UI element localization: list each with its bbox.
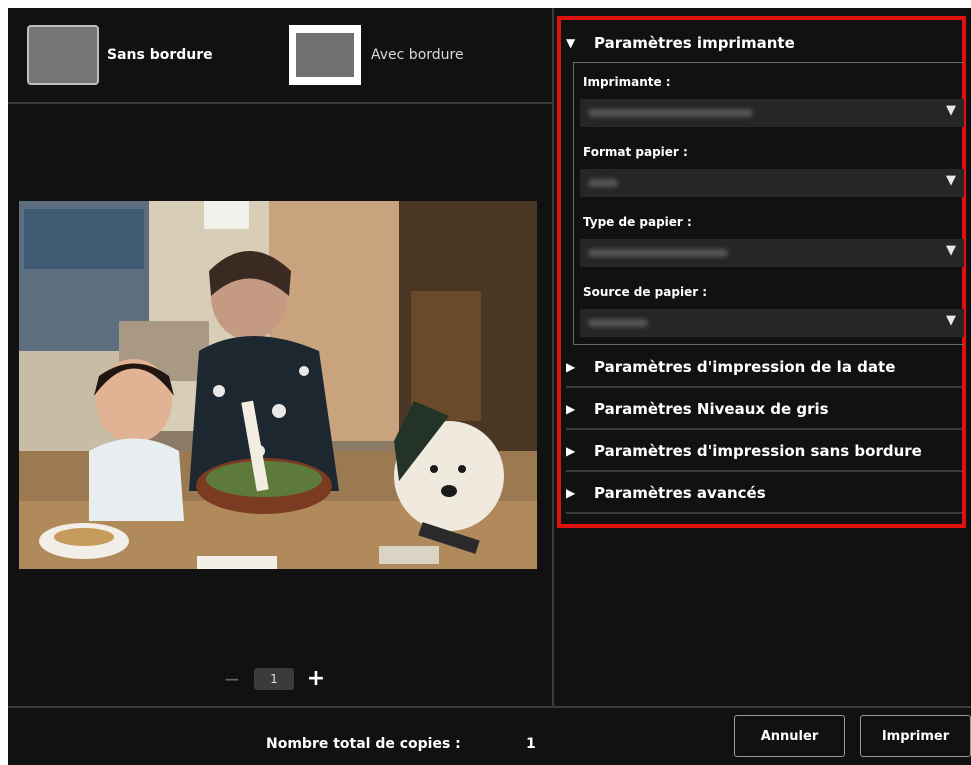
bordered-option[interactable]: Avec bordure: [289, 25, 464, 85]
section-advanced-settings-label: Paramètres avancés: [594, 483, 766, 502]
border-options-bar: Sans bordure Avec bordure: [8, 8, 552, 104]
triangle-right-icon: ▶: [566, 443, 576, 458]
section-date-print-settings-label: Paramètres d'impression de la date: [594, 357, 896, 376]
dropdown-arrow-icon: ▼: [946, 173, 956, 188]
printer-settings-group: Imprimante : ▼ Format papier : ▼ Type de…: [573, 62, 964, 345]
section-advanced-settings[interactable]: ▶ Paramètres avancés: [566, 473, 962, 514]
section-printer-settings-label: Paramètres imprimante: [594, 34, 795, 52]
copies-stepper: − 1 +: [222, 666, 326, 691]
decrease-copies-button[interactable]: −: [222, 667, 242, 691]
paper-type-label: Type de papier :: [583, 215, 692, 229]
dropdown-arrow-icon: ▼: [946, 313, 956, 328]
triangle-right-icon: ▶: [566, 485, 576, 500]
triangle-right-icon: ▶: [566, 401, 576, 416]
section-date-print-settings[interactable]: ▶ Paramètres d'impression de la date: [566, 347, 962, 388]
bordered-label: Avec bordure: [371, 47, 464, 63]
dropdown-arrow-icon: ▼: [946, 243, 956, 258]
paper-size-select[interactable]: ▼: [580, 169, 964, 197]
settings-pane: ▼ Paramètres imprimante Imprimante : ▼ F…: [554, 8, 971, 706]
preview-pane: Sans bordure Avec bordure − 1 +: [8, 8, 554, 706]
triangle-right-icon: ▶: [566, 359, 576, 374]
photo-preview: [19, 201, 537, 569]
paper-source-label: Source de papier :: [583, 285, 708, 299]
paper-source-select[interactable]: ▼: [580, 309, 964, 337]
section-grayscale-settings[interactable]: ▶ Paramètres Niveaux de gris: [566, 389, 962, 430]
printer-select[interactable]: ▼: [580, 99, 964, 127]
total-copies-label: Nombre total de copies :: [266, 736, 461, 752]
borderless-thumbnail: [27, 25, 99, 85]
total-copies-value: 1: [526, 736, 536, 752]
print-settings-window: Sans bordure Avec bordure − 1 + ▼ Paramè…: [8, 8, 971, 765]
print-button[interactable]: Imprimer: [860, 715, 971, 757]
borderless-option[interactable]: Sans bordure: [27, 25, 213, 85]
dropdown-arrow-icon: ▼: [946, 103, 956, 118]
footer-bar: Nombre total de copies : 1 Annuler Impri…: [8, 706, 971, 765]
borderless-label: Sans bordure: [107, 47, 213, 63]
paper-size-label: Format papier :: [583, 145, 688, 159]
bordered-thumbnail: [289, 25, 361, 85]
copies-input[interactable]: 1: [254, 667, 294, 690]
section-borderless-print-settings[interactable]: ▶ Paramètres d'impression sans bordure: [566, 431, 962, 472]
printer-label: Imprimante :: [583, 75, 671, 89]
section-borderless-print-settings-label: Paramètres d'impression sans bordure: [594, 441, 922, 460]
section-grayscale-settings-label: Paramètres Niveaux de gris: [594, 399, 829, 418]
cancel-button[interactable]: Annuler: [734, 715, 845, 757]
paper-type-select[interactable]: ▼: [580, 239, 964, 267]
increase-copies-button[interactable]: +: [306, 666, 326, 691]
section-printer-settings[interactable]: ▼ Paramètres imprimante: [566, 23, 962, 63]
triangle-down-icon: ▼: [566, 36, 576, 50]
